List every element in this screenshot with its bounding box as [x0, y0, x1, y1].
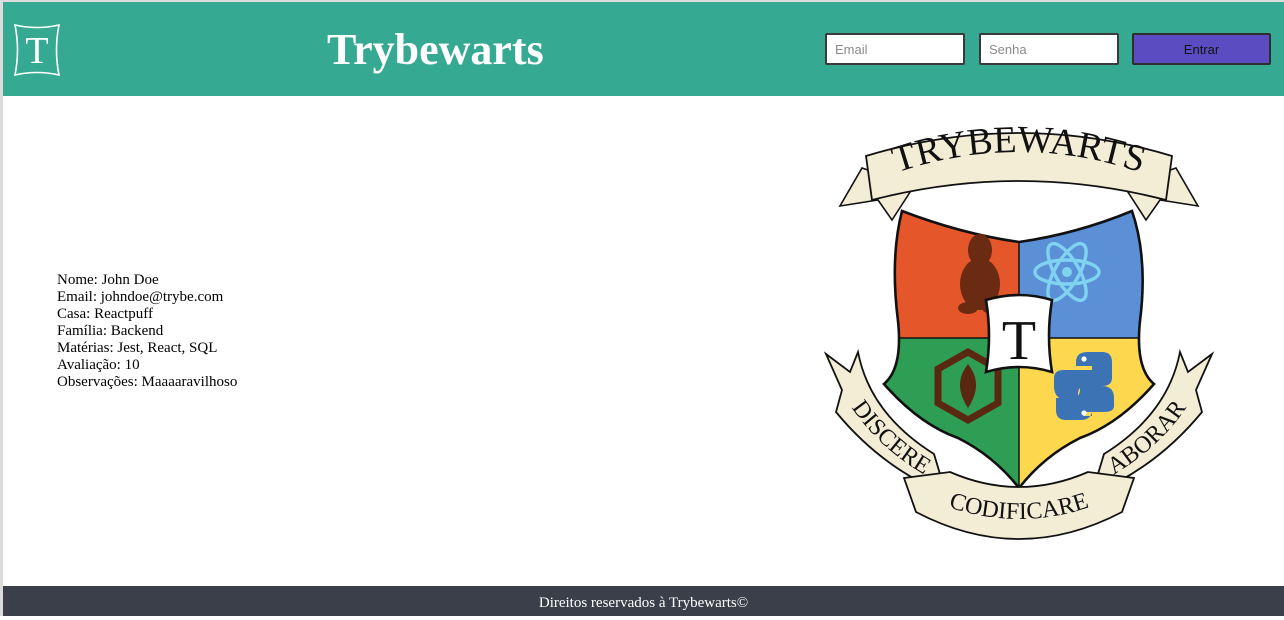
header: T Trybewarts Entrar [3, 2, 1284, 96]
form-data-line: Matérias: Jest, React, SQL [57, 340, 218, 356]
form-data-line: Casa: Reactpuff [57, 306, 153, 322]
form-data-line: Email: johndoe@trybe.com [57, 289, 224, 305]
footer: Direitos reservados à Trybewarts© [3, 586, 1284, 616]
logo-letter: T [25, 30, 48, 72]
form-data-line: Avaliação: 10 [57, 357, 140, 373]
form-data-line: Nome: John Doe [57, 272, 159, 288]
page-title: Trybewarts [327, 25, 544, 74]
password-input[interactable] [979, 33, 1119, 65]
footer-text: Direitos reservados à Trybewarts© [538, 595, 749, 611]
login-button[interactable]: Entrar [1132, 33, 1271, 65]
form-data-line: Família: Backend [57, 323, 164, 339]
email-input[interactable] [825, 33, 965, 65]
form-data-line: Observações: Maaaaravilhoso [57, 374, 238, 390]
center-letter: T [1002, 310, 1036, 372]
trybewarts-crest: TRYBEWARTS T DISCERE CODIFICARE ABORAR [822, 116, 1215, 540]
form-data-display: Nome: John Doe Email: johndoe@trybe.com … [57, 272, 237, 391]
trybewarts-logo-icon: T [13, 23, 61, 77]
